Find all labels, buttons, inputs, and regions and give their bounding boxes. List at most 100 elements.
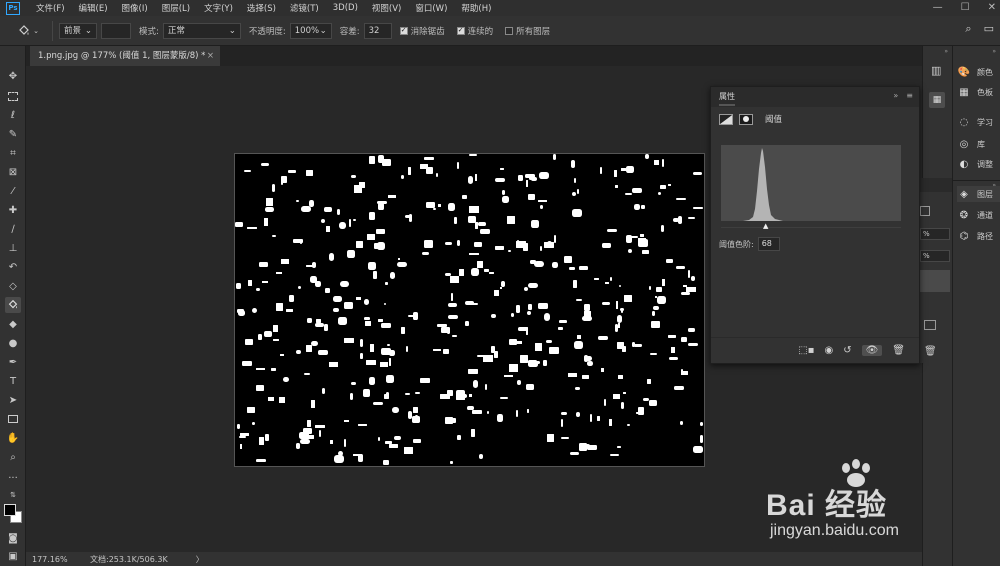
menu-select[interactable]: 选择(S): [241, 2, 284, 14]
zoom-tool-icon[interactable]: ⌕: [5, 449, 21, 465]
layer-mask-icon[interactable]: [924, 320, 936, 330]
paint-bucket-tool-icon[interactable]: [5, 297, 21, 313]
adjustments-panel-tab[interactable]: ◐ 调整: [957, 156, 1000, 172]
mode-select[interactable]: 正常 ⌄: [162, 22, 241, 39]
document-tab[interactable]: 1.png.jpg @ 177% (阈值 1, 图层蒙版/8) * ×: [30, 46, 220, 66]
move-tool-icon[interactable]: ✥: [5, 68, 21, 84]
healing-brush-tool-icon[interactable]: ✚: [5, 202, 21, 218]
pen-tool-icon[interactable]: ✒: [5, 354, 21, 370]
delete-layer-icon[interactable]: 🗑: [924, 346, 937, 357]
lasso-tool-icon[interactable]: ℓ: [5, 107, 21, 123]
menu-image[interactable]: 图像(I): [116, 2, 156, 14]
frame-tool-icon[interactable]: ⊠: [5, 164, 21, 180]
maximize-button[interactable]: ☐: [961, 0, 970, 16]
workspace-icon[interactable]: ▭: [984, 22, 994, 36]
swatches-panel-tab[interactable]: ▦ 色板: [957, 84, 1000, 100]
path-select-tool-icon[interactable]: ➤: [5, 392, 21, 408]
all-layers-checkbox[interactable]: [505, 26, 514, 35]
paint-bucket-tool-preset[interactable]: ⌄: [10, 20, 46, 42]
close-tab-icon[interactable]: ×: [207, 46, 214, 66]
layer-filter-icon[interactable]: [920, 206, 930, 216]
delete-icon[interactable]: 🗑: [892, 345, 905, 356]
image-speck: [447, 331, 450, 334]
image-speck: [334, 455, 344, 463]
menu-help[interactable]: 帮助(H): [455, 2, 499, 14]
histogram[interactable]: [721, 145, 901, 221]
minimize-button[interactable]: —: [933, 0, 943, 16]
search-icon[interactable]: ⌕: [965, 22, 971, 36]
menu-3d[interactable]: 3D(D): [327, 3, 366, 13]
opacity-input[interactable]: 100% ⌄: [289, 22, 332, 39]
tolerance-input[interactable]: 32: [363, 22, 392, 39]
history-brush-tool-icon[interactable]: ↶: [5, 259, 21, 275]
menu-file[interactable]: 文件(F): [30, 2, 73, 14]
threshold-image-canvas[interactable]: [234, 153, 705, 467]
eyedropper-tool-icon[interactable]: ⁄: [5, 183, 21, 199]
menu-type[interactable]: 文字(Y): [198, 2, 241, 14]
image-speck: [415, 415, 418, 423]
contiguous-checkbox[interactable]: ✓: [456, 26, 465, 35]
panel-menu-icon[interactable]: ≡: [906, 91, 913, 100]
image-speck: [517, 380, 521, 385]
libraries-panel-tab[interactable]: ◎ 库: [957, 136, 1000, 152]
pattern-picker[interactable]: [101, 22, 131, 39]
strip-collapse[interactable]: »: [923, 48, 952, 56]
quick-select-tool-icon[interactable]: ✎: [5, 126, 21, 142]
dodge-tool-icon[interactable]: ●: [5, 335, 21, 351]
dock-collapse[interactable]: »: [953, 48, 1000, 56]
rectangle-tool-icon[interactable]: [5, 411, 21, 427]
threshold-adjustment-icon[interactable]: [719, 113, 733, 125]
threshold-slider-handle[interactable]: ▲: [763, 222, 768, 230]
image-speck: [344, 302, 353, 309]
visibility-icon[interactable]: 👁: [861, 345, 883, 356]
marquee-tool-icon[interactable]: [5, 88, 21, 104]
clone-stamp-tool-icon[interactable]: ⊥: [5, 240, 21, 256]
zoom-level[interactable]: 177.16%: [32, 555, 90, 564]
image-speck: [373, 402, 383, 405]
image-speck: [483, 355, 493, 362]
image-speck: [307, 420, 311, 427]
foreground-color-swatch[interactable]: [4, 504, 16, 516]
menu-edit[interactable]: 编辑(E): [73, 2, 116, 14]
fill-source-select[interactable]: 前景 ⌄: [59, 22, 97, 39]
divider: [52, 20, 53, 41]
collapse-icon[interactable]: »: [893, 91, 898, 100]
threshold-level-input[interactable]: 68: [757, 237, 780, 251]
swap-colors-icon[interactable]: ⇅: [5, 487, 21, 503]
learn-panel-tab[interactable]: ◌ 学习: [957, 114, 1000, 130]
status-menu-arrow[interactable]: 〉: [196, 554, 204, 565]
channels-panel-tab[interactable]: ❂ 通道: [957, 207, 1000, 223]
properties-panel-icon[interactable]: ▦: [929, 92, 945, 108]
paths-panel-tab[interactable]: ⌬ 路径: [957, 228, 1000, 244]
selected-layer-row[interactable]: [920, 270, 950, 292]
more-tools-icon[interactable]: ···: [5, 470, 21, 486]
menu-layer[interactable]: 图层(L): [156, 2, 198, 14]
layers-panel-tab[interactable]: ◈ 图层: [957, 186, 1000, 202]
type-tool-icon[interactable]: T: [5, 373, 21, 389]
brush-tool-icon[interactable]: ∕: [5, 221, 21, 237]
menu-filter[interactable]: 滤镜(T): [284, 2, 327, 14]
image-speck: [264, 218, 268, 226]
menu-window[interactable]: 窗口(W): [409, 2, 455, 14]
reset-icon[interactable]: ↺: [843, 345, 851, 356]
blur-tool-icon[interactable]: ◆: [5, 316, 21, 332]
screen-mode-icon[interactable]: ▣: [5, 548, 21, 564]
layer-opacity-partial[interactable]: %: [920, 228, 950, 240]
clip-to-layer-icon[interactable]: ⬚▪: [798, 345, 814, 356]
hand-tool-icon[interactable]: ✋: [5, 430, 21, 446]
crop-tool-icon[interactable]: ⌗: [5, 145, 21, 161]
close-window-button[interactable]: ✕: [988, 0, 996, 16]
baidu-watermark: Bai 经验 jingyan.baidu.com: [766, 458, 966, 558]
layer-fill-partial[interactable]: %: [920, 250, 950, 262]
menu-view[interactable]: 视图(V): [366, 2, 409, 14]
antialias-checkbox[interactable]: ✓: [399, 26, 408, 35]
image-speck: [349, 219, 351, 227]
quick-mask-icon[interactable]: ◙: [5, 530, 21, 546]
view-previous-icon[interactable]: ◉: [824, 345, 833, 356]
color-panel-tab[interactable]: 🎨 颜色: [957, 64, 1000, 80]
properties-title[interactable]: 属性: [719, 89, 735, 106]
eraser-tool-icon[interactable]: ◇: [5, 278, 21, 294]
histogram-panel-icon[interactable]: ▥: [931, 64, 941, 77]
layer-mask-icon[interactable]: [739, 113, 753, 125]
image-speck: [634, 344, 642, 347]
